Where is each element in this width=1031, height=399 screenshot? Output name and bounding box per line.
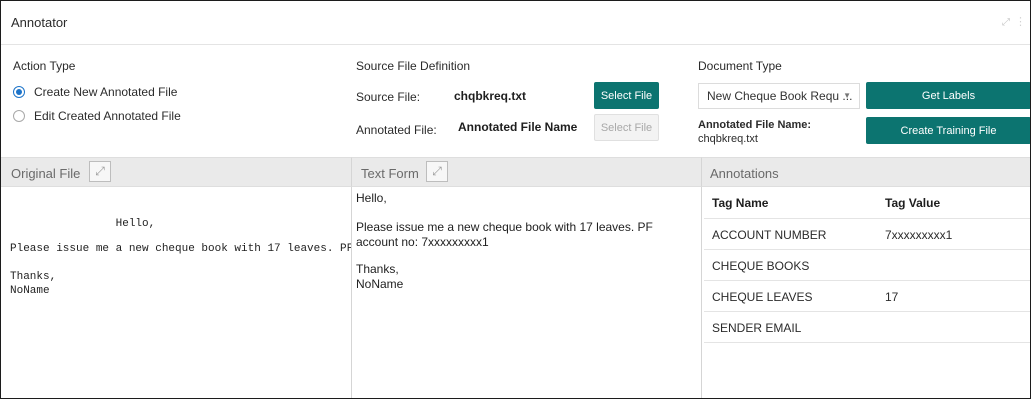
radio-create-new[interactable]: Create New Annotated File	[13, 85, 177, 99]
text-form-content: Hello, Please issue me a new cheque book…	[356, 187, 696, 292]
panel-divider	[351, 187, 352, 398]
text-signature: NoName	[356, 277, 404, 291]
annotations-table: Tag Name Tag Value ACCOUNT NUMBER 7xxxxx…	[704, 187, 1030, 343]
annotated-file-name-label: Annotated File Name:	[698, 119, 812, 131]
text-body: Please issue me a new cheque book with 1…	[356, 220, 653, 249]
select-source-file-button[interactable]: Select File	[594, 82, 659, 109]
table-row[interactable]: CHEQUE BOOKS	[704, 250, 1030, 281]
document-type-select[interactable]: New Cheque Book Requ ... ▼	[698, 83, 860, 109]
original-file-bar: Original File ⤢	[1, 157, 351, 187]
original-file-label: Original File	[11, 166, 81, 181]
original-line: Hello,	[10, 218, 156, 230]
annotated-file-value: Annotated File Name	[458, 120, 578, 134]
get-labels-button[interactable]: Get Labels	[866, 82, 1030, 109]
source-definition-heading: Source File Definition	[356, 59, 471, 73]
title-bar: Annotator ⤢ ⋮	[1, 1, 1030, 45]
radio-selected-icon[interactable]	[13, 86, 25, 98]
table-row[interactable]: CHEQUE LEAVES 17	[704, 281, 1030, 312]
annotations-bar: Annotations	[701, 157, 1030, 187]
tag-value-cell: 17	[885, 290, 899, 304]
table-row[interactable]: ACCOUNT NUMBER 7xxxxxxxxx1	[704, 219, 1030, 250]
tag-value-cell: 7xxxxxxxxx1	[885, 228, 953, 242]
panel-divider	[701, 187, 702, 398]
chevron-down-icon[interactable]: ▼	[843, 91, 851, 100]
text-form-label: Text Form	[361, 166, 419, 181]
annotator-window: Annotator ⤢ ⋮ Action Type Create New Ann…	[0, 0, 1031, 399]
tag-name-cell: SENDER EMAIL	[712, 321, 802, 335]
source-file-label: Source File:	[356, 90, 421, 104]
original-line: NoName	[10, 285, 50, 297]
annotations-label: Annotations	[710, 166, 779, 181]
annotated-file-name-value: chqbkreq.txt	[698, 133, 758, 145]
original-file-content: Hello, Please issue me a new cheque book…	[1, 187, 351, 398]
radio-create-new-label: Create New Annotated File	[34, 85, 178, 99]
tag-name-cell: CHEQUE BOOKS	[712, 259, 810, 273]
tag-name-cell: ACCOUNT NUMBER	[712, 228, 827, 242]
expand-icon[interactable]: ⤢	[426, 161, 448, 182]
text-greeting: Hello,	[356, 191, 387, 205]
original-line: Please issue me a new cheque book with 1…	[10, 243, 351, 255]
radio-edit-created-label: Edit Created Annotated File	[34, 109, 181, 123]
tag-name-cell: CHEQUE LEAVES	[712, 290, 813, 304]
text-form-bar: Text Form ⤢	[351, 157, 701, 187]
column-tag-name: Tag Name	[712, 196, 769, 210]
select-annotated-file-button[interactable]: Select File	[594, 114, 659, 141]
action-type-heading: Action Type	[13, 59, 76, 73]
radio-unselected-icon[interactable]	[13, 110, 25, 122]
radio-edit-created[interactable]: Edit Created Annotated File	[13, 109, 181, 123]
expand-icon[interactable]: ⤢	[89, 161, 111, 182]
source-file-value: chqbkreq.txt	[454, 89, 527, 103]
document-type-selected: New Cheque Book Requ ...	[707, 89, 853, 103]
document-type-heading: Document Type	[698, 59, 782, 73]
annotated-file-label: Annotated File:	[356, 123, 437, 137]
table-row[interactable]: SENDER EMAIL	[704, 312, 1030, 343]
more-options-icon[interactable]: ⋮	[1015, 15, 1026, 28]
expand-arrows-icon[interactable]: ⤢	[1002, 17, 1010, 28]
table-header: Tag Name Tag Value	[704, 187, 1030, 219]
create-training-file-button[interactable]: Create Training File	[866, 117, 1030, 144]
original-line: Thanks,	[10, 271, 57, 283]
column-tag-value: Tag Value	[885, 196, 941, 210]
window-title: Annotator	[11, 15, 68, 30]
text-closing: Thanks,	[356, 262, 399, 276]
